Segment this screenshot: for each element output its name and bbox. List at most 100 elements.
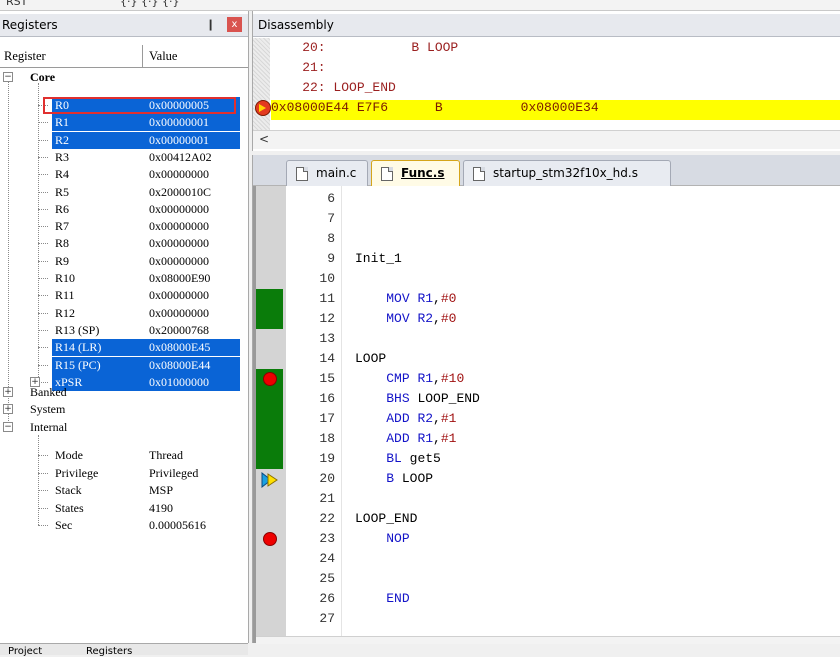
internal-name: Sec — [55, 518, 73, 533]
scroll-left-icon[interactable]: < — [259, 132, 269, 146]
register-row[interactable]: R3 0x00412A02 — [0, 149, 248, 166]
group-banked[interactable]: + Banked — [0, 384, 248, 401]
r0-highlight-box — [43, 97, 236, 114]
column-value[interactable]: Value — [149, 49, 177, 64]
tab-main-c[interactable]: main.c — [286, 160, 368, 186]
internal-row[interactable]: States 4190 — [0, 500, 248, 517]
register-value[interactable]: 0x00000000 — [149, 236, 209, 251]
register-row[interactable]: R14 (LR) 0x08000E45 — [0, 339, 248, 357]
internal-name: States — [55, 500, 84, 515]
register-value[interactable]: 0x00000000 — [149, 288, 209, 303]
register-row[interactable]: R4 0x00000000 — [0, 166, 248, 183]
close-icon[interactable]: x — [227, 17, 242, 32]
register-row[interactable]: R9 0x00000000 — [0, 253, 248, 270]
internal-value: Thread — [149, 448, 183, 462]
code-line[interactable]: BHS LOOP_END — [355, 391, 480, 406]
registers-title-bar: Registers ❙ x — [0, 14, 248, 37]
register-row[interactable]: R11 0x00000000 — [0, 287, 248, 304]
register-row[interactable]: R5 0x2000010C — [0, 184, 248, 201]
expand-icon[interactable]: + — [3, 387, 13, 397]
toolbar-tools[interactable]: {·} {·} {·} — [120, 0, 179, 8]
code-line[interactable]: ADD R2,#1 — [355, 411, 456, 426]
line-number: 7 — [327, 211, 335, 226]
opcode: BHS — [386, 391, 410, 406]
column-separator[interactable] — [142, 45, 143, 67]
disassembly-line[interactable]: 20: B LOOP — [271, 40, 840, 60]
register-row[interactable]: R6 0x00000000 — [0, 201, 248, 218]
register-row[interactable]: R7 0x00000000 — [0, 218, 248, 235]
code-line[interactable]: END — [355, 591, 410, 606]
collapse-icon[interactable]: − — [3, 72, 13, 82]
immediate: #1 — [440, 431, 457, 446]
register-value[interactable]: 0x2000010C — [149, 185, 211, 200]
breakpoint-icon[interactable] — [263, 372, 277, 386]
register-value[interactable]: 0x08000E45 — [149, 340, 210, 355]
register-value[interactable]: 0x00000000 — [149, 219, 209, 234]
tree-connector — [38, 226, 48, 228]
code-line[interactable]: Init_1 — [355, 251, 402, 266]
tree-connector — [38, 329, 48, 331]
file-icon — [381, 167, 393, 181]
disassembly-line[interactable]: 21: — [271, 60, 840, 80]
disassembly-scrollbar[interactable]: < — [253, 130, 840, 149]
code-line[interactable]: LOOP — [355, 351, 386, 366]
code-line[interactable]: LOOP_END — [355, 511, 417, 526]
collapse-icon[interactable]: − — [3, 422, 13, 432]
expand-icon[interactable]: + — [3, 404, 13, 414]
group-internal[interactable]: − Internal — [0, 419, 248, 436]
code-line[interactable]: NOP — [355, 531, 409, 546]
register-value[interactable]: 0x08000E44 — [149, 358, 210, 373]
register-row[interactable]: R8 0x00000000 — [0, 235, 248, 252]
column-register[interactable]: Register — [4, 49, 46, 64]
register-value[interactable]: 0x00412A02 — [149, 150, 212, 165]
line-number: 15 — [319, 371, 335, 386]
code-line[interactable]: MOV R2,#0 — [355, 311, 456, 326]
register-name: R3 — [55, 149, 70, 164]
reset-button[interactable]: RST — [6, 0, 27, 8]
disassembly-current-line[interactable]: 0x08000E44 E7F6 B 0x08000E34 — [271, 100, 840, 120]
register-row[interactable]: R10 0x08000E90 — [0, 270, 248, 287]
internal-row[interactable]: Mode Thread — [0, 447, 248, 464]
disassembly-line[interactable]: 22: LOOP_END — [271, 80, 840, 100]
tree-connector — [38, 191, 48, 193]
group-system-label: System — [30, 402, 66, 416]
register-row[interactable]: R15 (PC) 0x08000E44 — [0, 356, 248, 374]
register-value[interactable]: 0x00000000 — [149, 167, 209, 182]
code-line[interactable]: BL get5 — [355, 451, 441, 466]
register-row[interactable]: R1 0x00000001 — [0, 114, 248, 132]
tab-func-s[interactable]: Func.s — [371, 160, 460, 186]
breakpoint-icon[interactable] — [263, 532, 277, 546]
internal-row[interactable]: Privilege Privileged — [0, 465, 248, 482]
internal-name: Privilege — [55, 465, 99, 480]
tab-registers[interactable]: Registers — [86, 646, 132, 657]
group-system[interactable]: + System — [0, 401, 248, 418]
register-row[interactable]: R2 0x00000001 — [0, 131, 248, 149]
bottom-tab-strip: Project Registers — [0, 643, 248, 657]
register-row[interactable]: R13 (SP) 0x20000768 — [0, 322, 248, 339]
register-row[interactable]: R12 0x00000000 — [0, 305, 248, 322]
register-value[interactable]: 0x00000001 — [149, 133, 209, 148]
line-number: 21 — [319, 491, 335, 506]
group-core[interactable]: − Core — [0, 69, 248, 86]
internal-row[interactable]: Stack MSP — [0, 482, 248, 499]
register-value[interactable]: 0x00000000 — [149, 306, 209, 321]
internal-row[interactable]: Sec 0.00005616 — [0, 517, 248, 534]
opcode: END — [386, 591, 410, 606]
register-value[interactable]: 0x00000000 — [149, 202, 209, 217]
tab-startup[interactable]: startup_stm32f10x_hd.s — [463, 160, 671, 186]
register-value[interactable]: 0x00000001 — [149, 115, 209, 130]
code-line[interactable]: ADD R1,#1 — [355, 431, 456, 446]
register-value[interactable]: 0x00000000 — [149, 254, 209, 269]
tab-project[interactable]: Project — [8, 646, 42, 657]
register-value[interactable]: 0x20000768 — [149, 323, 209, 338]
code-line[interactable]: CMP R1,#10 — [355, 371, 464, 386]
code-line[interactable]: MOV R1,#0 — [355, 291, 456, 306]
immediate: #10 — [440, 371, 465, 386]
code-line[interactable]: B LOOP — [355, 471, 433, 486]
line-number: 23 — [319, 531, 335, 546]
disassembly-title: Disassembly — [258, 18, 334, 32]
register-name: R13 (SP) — [55, 322, 100, 337]
register-value[interactable]: 0x08000E90 — [149, 271, 210, 286]
tree-connector — [38, 174, 48, 176]
pin-icon[interactable]: ❙ — [206, 18, 215, 31]
